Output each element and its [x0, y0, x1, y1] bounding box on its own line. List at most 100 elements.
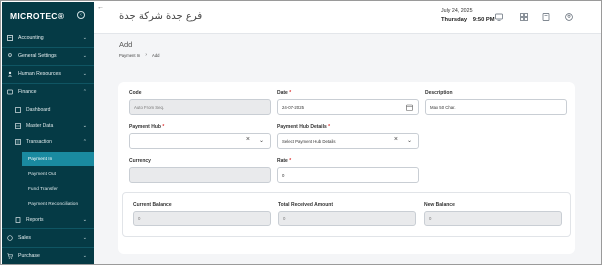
sidebar-item-sales[interactable]: Sales ⌄: [2, 230, 94, 246]
company-name: فرع جدة شركة جدة: [119, 11, 203, 22]
sidebar-item-human-resources[interactable]: Human Resources ⌄: [2, 66, 94, 82]
breadcrumb: Payment In › Add: [119, 52, 159, 58]
sidebar-item-label: General Settings: [18, 53, 57, 59]
gear-icon: ⚙: [7, 53, 13, 59]
required-marker: *: [289, 90, 292, 96]
sidebar-item-finance[interactable]: Finance ⌃: [2, 84, 94, 100]
current-balance-field: 0: [133, 211, 271, 226]
form-card: Code Auto From Seq. Date * 24-07-2025 De…: [118, 82, 575, 254]
description-value: Max 50 Char.: [430, 104, 456, 110]
chevron-down-icon: ⌄: [82, 235, 87, 241]
total-received-value: 0: [283, 216, 286, 221]
rate-value: 0: [282, 172, 285, 178]
sidebar-item-master-data[interactable]: Master Data ⌄: [2, 118, 94, 133]
sidebar-item-label: Accounting: [18, 35, 44, 41]
payment-hub-select[interactable]: × ⌄: [129, 133, 271, 149]
total-received-label: Total Received Amount: [278, 202, 334, 208]
rate-field[interactable]: 0: [277, 167, 419, 183]
required-marker: *: [162, 124, 165, 130]
logo: MICROTEC®: [10, 10, 65, 21]
description-label-text: Description: [425, 90, 453, 96]
payment-hub-details-label-text: Payment Hub Details: [277, 124, 327, 130]
user-profile-icon[interactable]: [564, 12, 574, 22]
payment-hub-details-value: Select Payment Hub Details: [282, 138, 336, 144]
required-marker: *: [289, 158, 292, 164]
currency-label-text: Currency: [129, 158, 151, 164]
chevron-down-icon: ⌄: [82, 216, 87, 223]
sidebar-item-label: Transaction: [26, 138, 52, 145]
payment-hub-details-label: Payment Hub Details *: [277, 124, 330, 130]
top-header: ← فرع جدة شركة جدة July 24, 2025 Thursda…: [94, 2, 601, 34]
breadcrumb-item[interactable]: Payment In: [119, 53, 140, 58]
sidebar-item-reports[interactable]: Reports ⌄: [2, 212, 94, 227]
date-value: 24-07-2025: [282, 104, 304, 110]
sidebar-item-payment-in[interactable]: Payment In: [22, 152, 94, 166]
current-date: July 24, 2025: [441, 8, 473, 14]
chevron-down-icon[interactable]: ⌄: [259, 137, 264, 144]
required-marker: *: [328, 124, 331, 130]
sidebar-item-accounting[interactable]: Accounting ⌄: [2, 30, 94, 46]
current-time: 9:50 PM: [472, 17, 495, 23]
description-field[interactable]: Max 50 Char.: [425, 99, 567, 115]
description-label: Description: [425, 90, 453, 96]
sidebar-item-purchase[interactable]: Purchase ⌄: [2, 248, 94, 264]
main-content: Add Payment In › Add Code Auto From Seq.…: [94, 34, 601, 264]
sidebar-item-payment-out[interactable]: Payment Out: [22, 167, 94, 181]
payment-hub-label-text: Payment Hub: [129, 124, 161, 130]
sidebar-item-fund-transfer[interactable]: Fund Transfer: [22, 182, 94, 196]
totals-panel: Current Balance 0 Total Received Amount …: [122, 192, 571, 237]
sidebar-item-label: Master Data: [26, 122, 54, 129]
back-arrow-icon[interactable]: ←: [97, 4, 104, 11]
current-balance-value: 0: [138, 216, 141, 221]
chevron-down-icon[interactable]: ⌄: [407, 137, 412, 144]
divider: [2, 228, 94, 229]
sidebar-item-label: Dashboard: [26, 106, 51, 113]
code-label-text: Code: [129, 90, 142, 96]
new-balance-field: 0: [424, 211, 562, 226]
finance-icon: [7, 89, 13, 95]
reports-icon: [15, 216, 21, 223]
chevron-down-icon: ⌄: [82, 122, 87, 129]
sidebar-item-general-settings[interactable]: ⚙ General Settings ⌄: [2, 48, 94, 64]
users-icon: [7, 71, 13, 77]
page-title: Add: [119, 40, 133, 49]
rate-label-text: Rate: [277, 158, 288, 164]
logo-row: MICROTEC® ‹: [2, 2, 94, 29]
date-label-text: Date: [277, 90, 288, 96]
sales-icon: [7, 235, 13, 241]
cart-icon: [7, 253, 13, 259]
sidebar-item-label: Purchase: [18, 253, 40, 259]
day-time: Thursday 9:50 PM: [441, 17, 495, 23]
total-received-field: 0: [278, 211, 416, 226]
sidebar-item-label: Finance: [18, 89, 37, 95]
payment-hub-details-select[interactable]: Select Payment Hub Details × ⌄: [277, 133, 419, 149]
book-icon[interactable]: [541, 12, 551, 22]
rate-label: Rate *: [277, 158, 291, 164]
screen-icon[interactable]: [494, 12, 504, 22]
accounting-icon: [7, 35, 13, 41]
collapse-sidebar-icon[interactable]: ‹: [77, 11, 85, 19]
clear-icon[interactable]: ×: [394, 136, 398, 143]
apps-grid-icon[interactable]: [519, 12, 529, 22]
code-value: Auto From Seq.: [134, 104, 165, 110]
currency-field: [129, 167, 271, 183]
sidebar-item-label: Sales: [18, 235, 31, 241]
sidebar-item-label: Human Resources: [18, 71, 61, 77]
clear-icon[interactable]: ×: [246, 136, 250, 143]
calendar-icon[interactable]: [406, 104, 413, 111]
chevron-down-icon: ⌄: [82, 253, 87, 259]
chevron-right-icon: ›: [145, 52, 148, 58]
new-balance-label: New Balance: [424, 202, 455, 208]
sidebar: MICROTEC® ‹ Accounting ⌄ ⚙ General Setti…: [2, 2, 94, 264]
date-field[interactable]: 24-07-2025: [277, 99, 419, 115]
master-data-icon: [15, 122, 21, 129]
currency-label: Currency: [129, 158, 151, 164]
sidebar-item-transaction[interactable]: Transaction ⌃: [2, 134, 94, 149]
sidebar-item-dashboard[interactable]: Dashboard: [2, 102, 94, 117]
sidebar-item-payment-reconciliation[interactable]: Payment Reconciliation: [22, 197, 94, 211]
sidebar-item-label: Reports: [26, 216, 44, 223]
code-field: Auto From Seq.: [129, 99, 271, 115]
new-balance-value: 0: [429, 216, 432, 221]
code-label: Code: [129, 90, 142, 96]
current-balance-label: Current Balance: [133, 202, 172, 208]
